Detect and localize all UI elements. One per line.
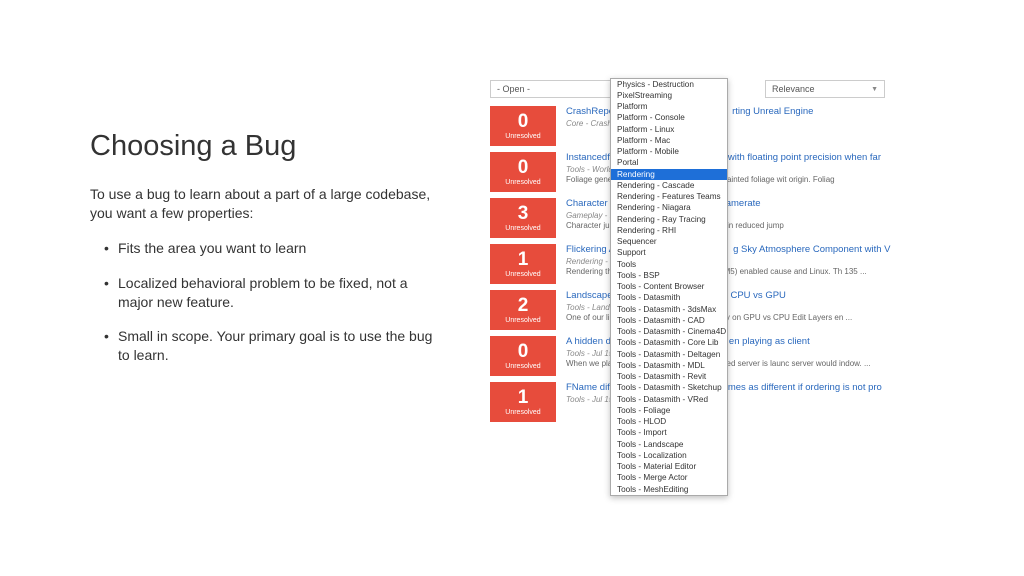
badge-count: 1 xyxy=(518,250,529,269)
dropdown-option[interactable]: Platform - Mobile xyxy=(611,147,727,158)
dropdown-option[interactable]: Rendering - RHI xyxy=(611,225,727,236)
badge-label: Unresolved xyxy=(505,409,540,416)
badge-label: Unresolved xyxy=(505,133,540,140)
slide-text: Choosing a Bug To use a bug to learn abo… xyxy=(0,0,470,576)
list-item: Fits the area you want to learn xyxy=(104,239,440,258)
dropdown-option[interactable]: Tools - Datasmith - Deltagen xyxy=(611,349,727,360)
badge-count: 0 xyxy=(518,112,529,131)
badge-count: 2 xyxy=(518,296,529,315)
dropdown-option[interactable]: Platform - Mac xyxy=(611,135,727,146)
badge-count: 1 xyxy=(518,388,529,407)
dropdown-option[interactable]: Tools - Datasmith - VRed xyxy=(611,394,727,405)
table-row: 0UnresolvedInstancedfwith floating point… xyxy=(490,152,1004,192)
dropdown-option[interactable]: Tools xyxy=(611,259,727,270)
dropdown-option[interactable]: Tools - Merge Actor xyxy=(611,473,727,484)
dropdown-option[interactable]: Rendering xyxy=(611,169,727,180)
filter-relevance-select[interactable]: Relevance ▼ xyxy=(765,80,885,98)
unresolved-badge: 1 Unresolved xyxy=(490,244,556,284)
category-dropdown[interactable]: Physics - DestructionPixelStreamingPlatf… xyxy=(610,78,728,496)
dropdown-option[interactable]: Support xyxy=(611,248,727,259)
table-row: 2UnresolvedLandscapeCPU vs GPUTools - La… xyxy=(490,290,1004,330)
badge-label: Unresolved xyxy=(505,363,540,370)
dropdown-option[interactable]: Tools - Content Browser xyxy=(611,282,727,293)
table-row: 1UnresolvedFlickering Ag Sky Atmosphere … xyxy=(490,244,1004,284)
dropdown-option[interactable]: Tools - MeshEditing xyxy=(611,484,727,495)
dropdown-option[interactable]: Tools - BSP xyxy=(611,270,727,281)
dropdown-option[interactable]: Tools - Datasmith - Core Lib xyxy=(611,338,727,349)
dropdown-option[interactable]: Rendering - Ray Tracing xyxy=(611,214,727,225)
list-item: Small in scope. Your primary goal is to … xyxy=(104,327,440,365)
dropdown-option[interactable]: Sequencer xyxy=(611,237,727,248)
dropdown-option[interactable]: Tools - Import xyxy=(611,428,727,439)
list-item: Localized behavioral problem to be fixed… xyxy=(104,274,440,312)
dropdown-option[interactable]: Tools - Material Editor xyxy=(611,462,727,473)
bug-list: 0UnresolvedCrashReporting Unreal EngineC… xyxy=(490,106,1004,422)
badge-count: 0 xyxy=(518,342,529,361)
dropdown-option[interactable]: Tools - Datasmith - CAD xyxy=(611,315,727,326)
dropdown-option[interactable]: Tools - HLOD xyxy=(611,417,727,428)
dropdown-option[interactable]: Tools - Datasmith - Cinema4D xyxy=(611,327,727,338)
badge-label: Unresolved xyxy=(505,317,540,324)
slide-intro: To use a bug to learn about a part of a … xyxy=(90,185,440,223)
dropdown-option[interactable]: Tools - Datasmith - Sketchup xyxy=(611,383,727,394)
unresolved-badge: 2 Unresolved xyxy=(490,290,556,330)
dropdown-option[interactable]: Tools - Multi-user xyxy=(611,495,727,496)
badge-label: Unresolved xyxy=(505,179,540,186)
bug-tracker: - Open - ▼ Relevance ▼ 0UnresolvedCrashR… xyxy=(470,0,1024,576)
dropdown-option[interactable]: PixelStreaming xyxy=(611,90,727,101)
dropdown-option[interactable]: Rendering - Cascade xyxy=(611,180,727,191)
dropdown-option[interactable]: Tools - Datasmith - 3dsMax xyxy=(611,304,727,315)
dropdown-option[interactable]: Platform xyxy=(611,102,727,113)
dropdown-option[interactable]: Platform - Console xyxy=(611,113,727,124)
dropdown-option[interactable]: Rendering - Features Teams xyxy=(611,192,727,203)
filter-open-label: - Open - xyxy=(497,84,530,94)
dropdown-option[interactable]: Tools - Landscape xyxy=(611,439,727,450)
badge-label: Unresolved xyxy=(505,271,540,278)
badge-count: 3 xyxy=(518,204,529,223)
slide-title: Choosing a Bug xyxy=(90,130,440,163)
table-row: 3UnresolvedCharacteramerateGameplay - PC… xyxy=(490,198,1004,238)
dropdown-option[interactable]: Tools - Datasmith xyxy=(611,293,727,304)
dropdown-option[interactable]: Portal xyxy=(611,158,727,169)
unresolved-badge: 0 Unresolved xyxy=(490,336,556,376)
dropdown-option[interactable]: Physics - Destruction xyxy=(611,79,727,90)
unresolved-badge: 1 Unresolved xyxy=(490,382,556,422)
badge-label: Unresolved xyxy=(505,225,540,232)
dropdown-option[interactable]: Tools - Localization xyxy=(611,450,727,461)
dropdown-option[interactable]: Platform - Linux xyxy=(611,124,727,135)
unresolved-badge: 3 Unresolved xyxy=(490,198,556,238)
unresolved-badge: 0 Unresolved xyxy=(490,152,556,192)
chevron-down-icon: ▼ xyxy=(871,86,878,93)
badge-count: 0 xyxy=(518,158,529,177)
dropdown-option[interactable]: Tools - Datasmith - MDL xyxy=(611,360,727,371)
table-row: 0UnresolvedA hidden den playing as clien… xyxy=(490,336,1004,376)
dropdown-option[interactable]: Tools - Datasmith - Revit xyxy=(611,372,727,383)
bullet-list: Fits the area you want to learn Localize… xyxy=(90,239,440,365)
table-row: 0UnresolvedCrashReporting Unreal EngineC… xyxy=(490,106,1004,146)
dropdown-option[interactable]: Rendering - Niagara xyxy=(611,203,727,214)
dropdown-option[interactable]: Tools - Foliage xyxy=(611,405,727,416)
unresolved-badge: 0 Unresolved xyxy=(490,106,556,146)
filter-relevance-label: Relevance xyxy=(772,84,815,94)
table-row: 1UnresolvedFName difmes as different if … xyxy=(490,382,1004,422)
